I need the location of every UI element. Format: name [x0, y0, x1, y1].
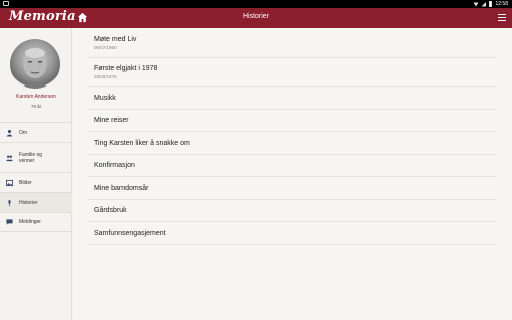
avatar[interactable] — [10, 39, 60, 89]
sidebar-item-label: Historier — [19, 199, 38, 206]
story-title: Møte med Liv — [94, 35, 137, 43]
story-title: Konfirmasjon — [94, 162, 135, 169]
message-icon — [6, 219, 13, 225]
story-date: 28/09/1978 — [94, 74, 117, 79]
status-time: 12:58 — [495, 1, 508, 7]
screenshot-notification-icon — [3, 1, 9, 6]
page-title: Historier — [242, 13, 270, 20]
profile-name: Karsten Andersen — [16, 94, 56, 100]
story-item[interactable]: Møte med Liv 06/07/1960 — [88, 28, 496, 58]
stories-panel: Møte med Liv 06/07/1960 Første elgjakt i… — [73, 28, 512, 320]
sidebar-item-om[interactable]: Om — [0, 122, 72, 142]
story-item[interactable]: Ting Karsten liker å snakke om — [88, 132, 496, 155]
story-item[interactable]: Konfirmasjon — [88, 155, 496, 177]
sidebar-item-label: Familie og venner — [19, 151, 43, 164]
sidebar-item-meldinger[interactable]: Meldinger — [0, 212, 72, 232]
microphone-icon — [8, 199, 11, 206]
story-title: Mine barndomsår — [94, 184, 149, 192]
sidebar-item-label: Meldinger — [19, 219, 41, 225]
sidebar-item-label: Bilder — [19, 179, 32, 186]
hamburger-menu-icon[interactable] — [498, 14, 506, 22]
profile-age: 78 år — [30, 104, 42, 109]
sidebar-item-label: Om — [19, 129, 28, 136]
battery-icon — [489, 1, 493, 7]
story-item[interactable]: Mine barndomsår — [88, 177, 496, 200]
story-title: Første elgjakt i 1978 — [94, 65, 158, 72]
story-title: Mine reiser — [94, 117, 129, 124]
story-item[interactable]: Gårdsbruk — [88, 200, 496, 222]
story-list: Møte med Liv 06/07/1960 Første elgjakt i… — [88, 28, 496, 245]
story-title: Musikk — [94, 94, 116, 102]
story-title: Samfunnsengasjement — [94, 229, 166, 237]
story-date: 06/07/1960 — [94, 44, 117, 50]
story-item[interactable]: Første elgjakt i 1978 28/09/1978 — [88, 58, 496, 87]
story-item[interactable]: Mine reiser — [88, 110, 496, 132]
story-title: Gårdsbruk — [94, 207, 127, 214]
person-icon — [6, 129, 13, 136]
sidebar-item-familie[interactable]: Familie og venner — [0, 142, 72, 172]
wifi-icon — [473, 2, 479, 7]
story-item[interactable]: Samfunnsengasjement — [88, 222, 496, 245]
story-item[interactable]: Musikk — [88, 87, 496, 110]
sidebar-nav: Om Familie og venner Bilder Historier Me… — [0, 122, 72, 232]
sidebar: Karsten Andersen 78 år Om Familie og ven… — [0, 28, 72, 320]
signal-icon — [481, 1, 487, 7]
status-bar: 12:58 — [0, 0, 512, 8]
story-title: Ting Karsten liker å snakke om — [94, 139, 190, 147]
people-icon — [6, 154, 13, 161]
sidebar-item-bilder[interactable]: Bilder — [0, 172, 72, 192]
sidebar-item-historier[interactable]: Historier — [0, 192, 72, 212]
image-icon — [6, 179, 13, 186]
app-header: Memoria Historier — [0, 8, 512, 28]
